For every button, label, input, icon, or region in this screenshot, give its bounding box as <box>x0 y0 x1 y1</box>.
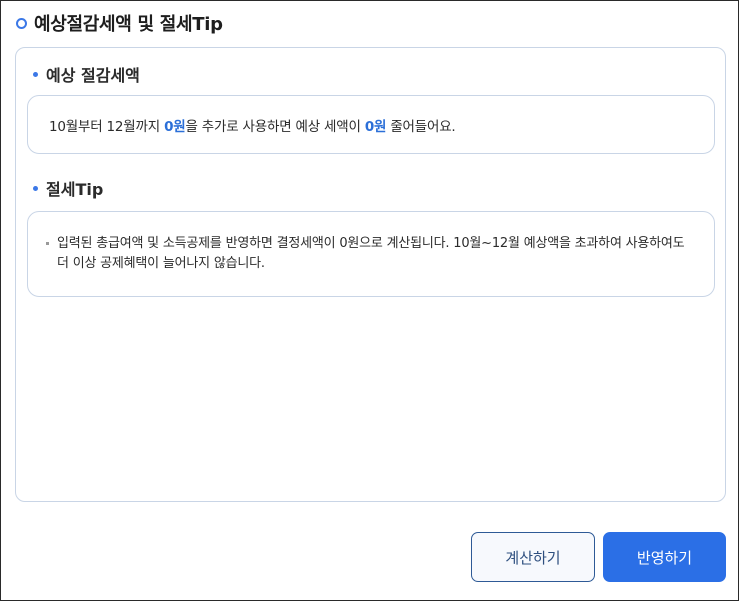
estimate-text-part3: 줄어들어요. <box>386 119 456 135</box>
estimate-section-title: 예상 절감세액 <box>33 63 140 85</box>
tip-card: 입력된 총급여액 및 소득공제를 반영하면 결정세액이 0원으로 계산됩니다. … <box>27 211 715 297</box>
tip-text: 입력된 총급여액 및 소득공제를 반영하면 결정세액이 0원으로 계산됩니다. … <box>57 236 685 271</box>
tax-saving-dialog: 예상절감세액 및 절세Tip 예상 절감세액 10월부터 12월까지 0원을 추… <box>0 0 739 601</box>
tip-list-item: 입력된 총급여액 및 소득공제를 반영하면 결정세액이 0원으로 계산됩니다. … <box>46 234 696 274</box>
square-bullet-icon <box>46 242 49 245</box>
estimate-card: 10월부터 12월까지 0원을 추가로 사용하면 예상 세액이 0원 줄어들어요… <box>27 95 715 154</box>
estimate-sentence: 10월부터 12월까지 0원을 추가로 사용하면 예상 세액이 0원 줄어들어요… <box>49 115 456 135</box>
dialog-header: 예상절감세액 및 절세Tip <box>16 11 223 35</box>
ring-icon <box>16 17 27 29</box>
tip-section-title: 절세Tip <box>33 177 103 199</box>
estimate-text-part2: 을 추가로 사용하면 예상 세액이 <box>185 119 365 135</box>
estimate-section-label: 예상 절감세액 <box>46 66 140 85</box>
dialog-title: 예상절감세액 및 절세Tip <box>34 14 223 35</box>
dot-icon <box>33 71 38 77</box>
tax-reduction-amount: 0원 <box>364 119 387 135</box>
apply-button[interactable]: 반영하기 <box>603 532 726 582</box>
tip-section-label: 절세Tip <box>46 180 104 199</box>
content-panel: 예상 절감세액 10월부터 12월까지 0원을 추가로 사용하면 예상 세액이 … <box>15 47 726 502</box>
dot-icon <box>33 185 38 191</box>
estimate-text-part1: 10월부터 12월까지 <box>49 119 165 135</box>
calculate-button[interactable]: 계산하기 <box>471 532 595 582</box>
additional-spend-amount: 0원 <box>164 119 186 135</box>
